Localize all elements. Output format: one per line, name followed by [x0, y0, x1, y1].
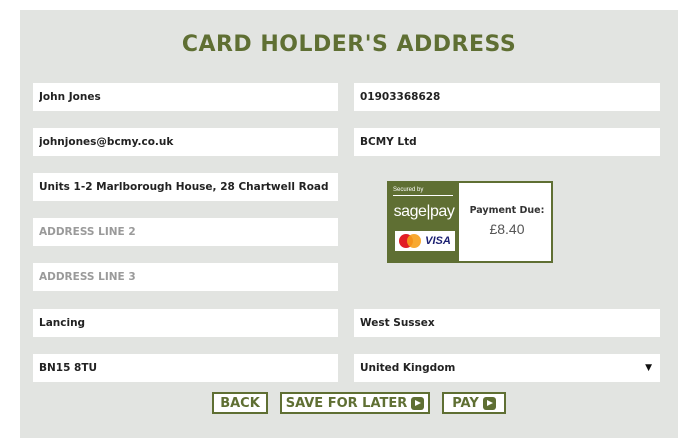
sagepay-badge: Secured by sage|pay VISA — [389, 183, 459, 261]
county-field[interactable] — [354, 309, 660, 337]
address-line-2-field[interactable] — [33, 218, 338, 246]
county-input[interactable] — [360, 317, 654, 329]
name-field[interactable] — [33, 83, 338, 111]
postcode-field[interactable] — [33, 354, 338, 382]
postcode-input[interactable] — [39, 362, 332, 374]
address-line-1-field[interactable] — [33, 173, 338, 201]
company-field[interactable] — [354, 128, 660, 156]
play-arrow-icon — [482, 396, 496, 410]
town-input[interactable] — [39, 317, 332, 329]
address-line-3-field[interactable] — [33, 263, 338, 291]
email-input[interactable] — [39, 136, 332, 148]
save-for-later-button[interactable]: SAVE FOR LATER — [280, 392, 430, 414]
play-arrow-icon — [411, 396, 425, 410]
name-input[interactable] — [39, 91, 332, 103]
phone-input[interactable] — [360, 91, 654, 103]
country-selected-value: United Kingdom — [360, 362, 456, 374]
address-line-3-input[interactable] — [39, 271, 332, 283]
accepted-cards: VISA — [395, 231, 455, 251]
secured-by-label: Secured by — [393, 187, 424, 193]
town-field[interactable] — [33, 309, 338, 337]
mastercard-icon — [399, 234, 422, 248]
address-line-1-input[interactable] — [39, 181, 332, 193]
address-line-2-input[interactable] — [39, 226, 332, 238]
divider — [393, 195, 453, 196]
sagepay-logo: sage|pay — [393, 203, 455, 220]
payment-due-amount: £8.40 — [489, 221, 525, 237]
address-form-panel: CARD HOLDER'S ADDRESS United Kingdom ▼ — [20, 10, 678, 438]
save-for-later-label: SAVE FOR LATER — [285, 395, 408, 411]
back-button[interactable]: BACK — [212, 392, 268, 414]
visa-logo: VISA — [425, 235, 451, 247]
pay-button[interactable]: PAY — [442, 392, 506, 414]
company-input[interactable] — [360, 136, 654, 148]
payment-summary-box: Secured by sage|pay VISA Payment Due: £8… — [387, 181, 553, 263]
phone-field[interactable] — [354, 83, 660, 111]
country-select[interactable]: United Kingdom ▼ — [354, 354, 660, 382]
page-title: CARD HOLDER'S ADDRESS — [181, 32, 517, 57]
back-button-label: BACK — [220, 395, 260, 411]
email-field[interactable] — [33, 128, 338, 156]
payment-due-label: Payment Due: — [469, 205, 545, 216]
dropdown-arrow-icon[interactable]: ▼ — [645, 363, 652, 373]
pay-button-label: PAY — [452, 395, 479, 411]
